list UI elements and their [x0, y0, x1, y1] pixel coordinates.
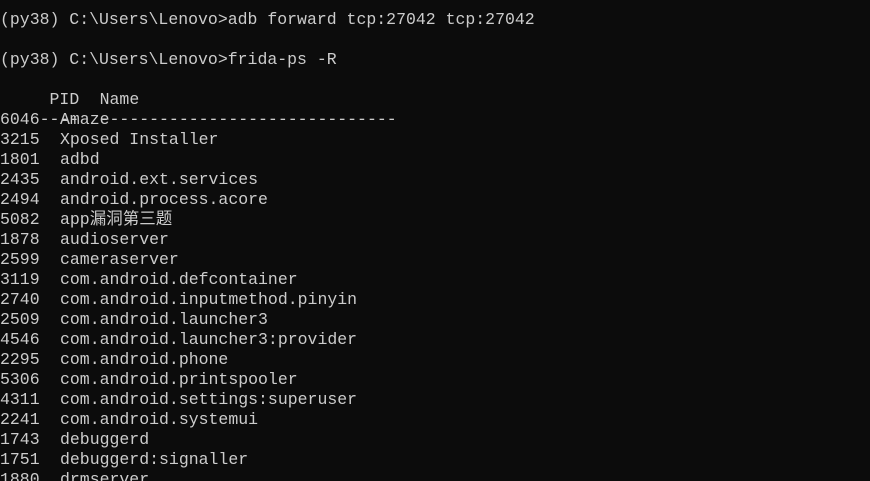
process-row: 2494 android.process.acore — [0, 190, 268, 210]
process-row: 2241 com.android.systemui — [0, 410, 258, 430]
process-row: 5306 com.android.printspooler — [0, 370, 298, 390]
process-row: 1801 adbd — [0, 150, 100, 170]
process-name: android.ext.services — [60, 170, 259, 189]
process-name: debuggerd:signaller — [60, 450, 249, 469]
process-name: android.process.acore — [60, 190, 268, 209]
process-pid: 4546 — [0, 330, 40, 349]
process-pid: 1880 — [0, 470, 40, 481]
process-pid: 6046 — [0, 110, 40, 129]
process-row: 2435 android.ext.services — [0, 170, 258, 190]
process-row: 3215 Xposed Installer — [0, 130, 218, 150]
process-row: 4546 com.android.launcher3:provider — [0, 330, 357, 350]
table-separator: ---- ------------------------------ — [0, 90, 397, 129]
table-header: PID Name — [0, 70, 140, 109]
process-row: 5082 app漏洞第三题 — [0, 210, 172, 230]
process-name: app漏洞第三题 — [60, 210, 173, 229]
process-pid: 1878 — [0, 230, 40, 249]
process-name: com.android.printspooler — [60, 370, 298, 389]
process-pid: 5082 — [0, 210, 40, 229]
process-pid: 5306 — [0, 370, 40, 389]
command-line-frida-ps: (py38) C:\Users\Lenovo>frida-ps -R — [0, 50, 337, 69]
process-row: 2599 cameraserver — [0, 250, 179, 270]
process-name: com.android.inputmethod.pinyin — [60, 290, 358, 309]
process-pid: 3215 — [0, 130, 40, 149]
process-pid: 2241 — [0, 410, 40, 429]
process-pid: 1801 — [0, 150, 40, 169]
command-line-adb-forward: (py38) C:\Users\Lenovo>adb forward tcp:2… — [0, 10, 535, 29]
process-name: audioserver — [60, 230, 169, 249]
process-pid: 2435 — [0, 170, 40, 189]
process-pid: 2295 — [0, 350, 40, 369]
process-pid: 2599 — [0, 250, 40, 269]
process-name: Amaze — [60, 110, 110, 129]
process-row: 4311 com.android.settings:superuser — [0, 390, 357, 410]
process-name: Xposed Installer — [60, 130, 219, 149]
process-row: 2509 com.android.launcher3 — [0, 310, 268, 330]
process-name: cameraserver — [60, 250, 179, 269]
process-row: 6046 Amaze — [0, 110, 110, 130]
process-pid: 2740 — [0, 290, 40, 309]
process-row: 1751 debuggerd:signaller — [0, 450, 248, 470]
process-name: com.android.systemui — [60, 410, 259, 429]
process-row: 1878 audioserver — [0, 230, 169, 250]
process-name: com.android.defcontainer — [60, 270, 298, 289]
process-row: 2295 com.android.phone — [0, 350, 228, 370]
terminal-console[interactable]: (py38) C:\Users\Lenovo>adb forward tcp:2… — [0, 0, 870, 481]
process-pid: 3119 — [0, 270, 40, 289]
process-name: com.android.launcher3 — [60, 310, 268, 329]
process-name: com.android.settings:superuser — [60, 390, 358, 409]
process-row: 1743 debuggerd — [0, 430, 149, 450]
process-row: 3119 com.android.defcontainer — [0, 270, 298, 290]
process-row: 1880 drmserver — [0, 470, 149, 481]
process-name: com.android.launcher3:provider — [60, 330, 358, 349]
process-pid: 1743 — [0, 430, 40, 449]
process-name: drmserver — [60, 470, 150, 481]
process-pid: 2494 — [0, 190, 40, 209]
process-row: 2740 com.android.inputmethod.pinyin — [0, 290, 357, 310]
process-pid: 2509 — [0, 310, 40, 329]
process-name: adbd — [60, 150, 100, 169]
process-name: com.android.phone — [60, 350, 229, 369]
process-pid: 4311 — [0, 390, 40, 409]
process-name: debuggerd — [60, 430, 150, 449]
name-separator: ------------------------------ — [99, 110, 397, 129]
process-pid: 1751 — [0, 450, 40, 469]
